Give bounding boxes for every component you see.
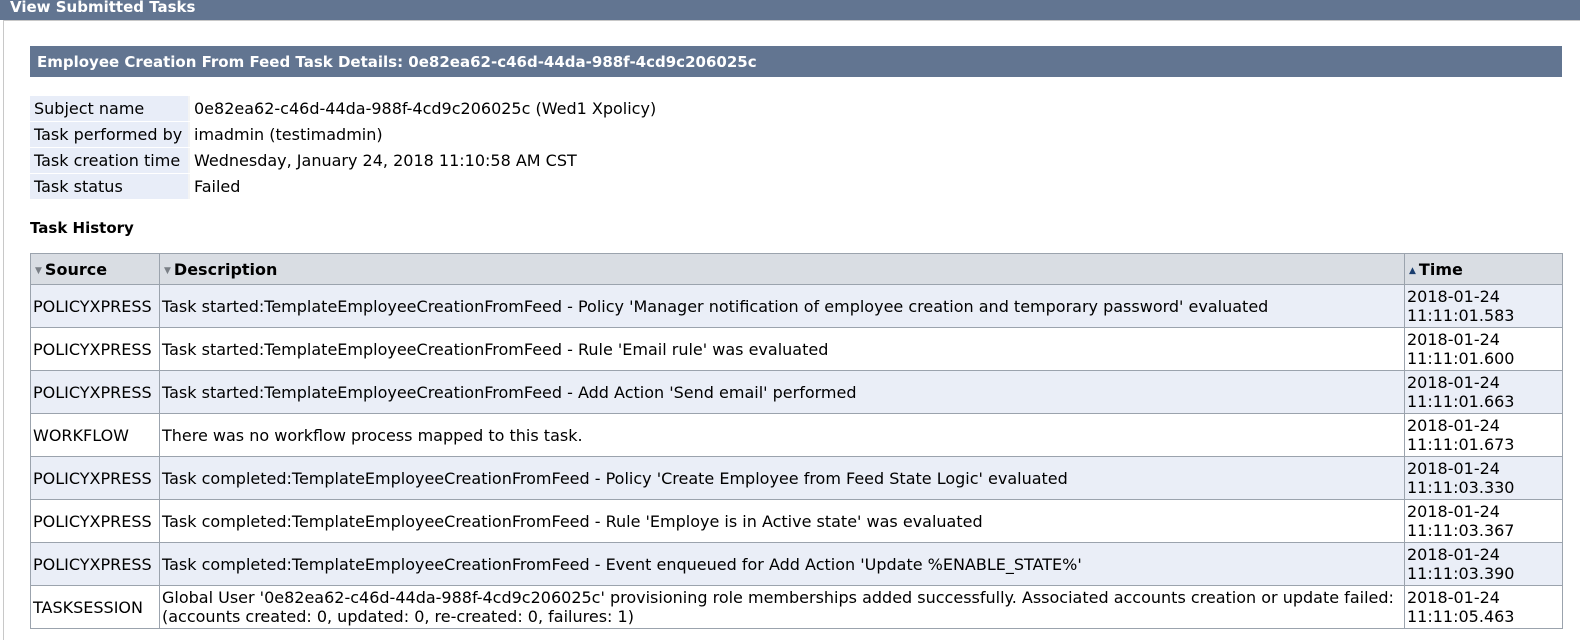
description-cell: Task started:TemplateEmployeeCreationFro…: [159, 284, 1405, 328]
time-date: 2018-01-24: [1407, 502, 1500, 521]
time-date: 2018-01-24: [1407, 545, 1500, 564]
sort-down-icon: ▼: [35, 265, 42, 276]
time-date: 2018-01-24: [1407, 287, 1500, 306]
time-cell: 2018-01-24 11:11:01.673: [1404, 413, 1563, 457]
source-cell: POLICYXPRESS: [30, 327, 160, 371]
table-row: POLICYXPRESS Task completed:TemplateEmpl…: [30, 542, 1563, 586]
sort-up-icon: ▲: [1409, 265, 1416, 276]
source-cell: POLICYXPRESS: [30, 542, 160, 586]
detail-label: Task status: [30, 174, 188, 199]
detail-value: 0e82ea62-c46d-44da-988f-4cd9c206025c (We…: [188, 96, 665, 121]
column-header-source[interactable]: ▼ Source: [30, 253, 160, 285]
description-cell: Task completed:TemplateEmployeeCreationF…: [159, 499, 1405, 543]
time-cell: 2018-01-24 11:11:03.330: [1404, 456, 1563, 500]
column-header-description[interactable]: ▼ Description: [159, 253, 1405, 285]
detail-row-status: Task status Failed: [30, 174, 665, 199]
description-cell: Task completed:TemplateEmployeeCreationF…: [159, 542, 1405, 586]
sort-down-icon: ▼: [164, 265, 171, 276]
time-clock: 11:11:03.390: [1407, 564, 1515, 583]
table-row: POLICYXPRESS Task started:TemplateEmploy…: [30, 370, 1563, 414]
detail-row-creation-time: Task creation time Wednesday, January 24…: [30, 148, 665, 173]
time-date: 2018-01-24: [1407, 588, 1500, 607]
source-cell: POLICYXPRESS: [30, 284, 160, 328]
time-date: 2018-01-24: [1407, 373, 1500, 392]
table-row: POLICYXPRESS Task started:TemplateEmploy…: [30, 327, 1563, 371]
time-cell: 2018-01-24 11:11:01.583: [1404, 284, 1563, 328]
description-cell: Task completed:TemplateEmployeeCreationF…: [159, 456, 1405, 500]
task-history-title: Task History: [30, 219, 134, 237]
time-clock: 11:11:01.663: [1407, 392, 1515, 411]
time-date: 2018-01-24: [1407, 416, 1500, 435]
description-cell: Task started:TemplateEmployeeCreationFro…: [159, 370, 1405, 414]
detail-label: Task creation time: [30, 148, 188, 173]
task-details-header: Employee Creation From Feed Task Details…: [30, 46, 1562, 77]
time-cell: 2018-01-24 11:11:01.663: [1404, 370, 1563, 414]
detail-value: Wednesday, January 24, 2018 11:10:58 AM …: [188, 148, 665, 173]
column-header-label: Description: [173, 259, 278, 279]
time-cell: 2018-01-24 11:11:01.600: [1404, 327, 1563, 371]
description-cell: There was no workflow process mapped to …: [159, 413, 1405, 457]
task-history-table: ▼ Source ▼ Description ▲ Time POLICYXPRESS …: [30, 253, 1563, 629]
time-clock: 11:11:03.367: [1407, 521, 1515, 540]
time-cell: 2018-01-24 11:11:03.367: [1404, 499, 1563, 543]
task-status-value: Failed: [188, 174, 665, 199]
detail-label: Subject name: [30, 96, 188, 121]
table-row: TASKSESSION Global User '0e82ea62-c46d-4…: [30, 585, 1563, 629]
task-history-header-row: ▼ Source ▼ Description ▲ Time: [30, 253, 1563, 285]
task-details-table: Subject name 0e82ea62-c46d-44da-988f-4cd…: [30, 95, 665, 200]
table-row: POLICYXPRESS Task completed:TemplateEmpl…: [30, 456, 1563, 500]
detail-value: imadmin (testimadmin): [188, 122, 665, 147]
time-clock: 11:11:01.583: [1407, 306, 1515, 325]
time-clock: 11:11:01.600: [1407, 349, 1515, 368]
description-cell: Global User '0e82ea62-c46d-44da-988f-4cd…: [159, 585, 1405, 629]
detail-label: Task performed by: [30, 122, 188, 147]
detail-row-performer: Task performed by imadmin (testimadmin): [30, 122, 665, 147]
source-cell: POLICYXPRESS: [30, 499, 160, 543]
time-clock: 11:11:05.463: [1407, 607, 1515, 626]
source-cell: POLICYXPRESS: [30, 456, 160, 500]
table-row: POLICYXPRESS Task started:TemplateEmploy…: [30, 284, 1563, 328]
time-cell: 2018-01-24 11:11:03.390: [1404, 542, 1563, 586]
column-header-label: Source: [44, 259, 108, 279]
time-date: 2018-01-24: [1407, 330, 1500, 349]
column-header-time[interactable]: ▲ Time: [1404, 253, 1563, 285]
time-clock: 11:11:03.330: [1407, 478, 1515, 497]
detail-row-subject: Subject name 0e82ea62-c46d-44da-988f-4cd…: [30, 96, 665, 121]
source-cell: TASKSESSION: [30, 585, 160, 629]
table-row: POLICYXPRESS Task completed:TemplateEmpl…: [30, 499, 1563, 543]
page-title: View Submitted Tasks: [0, 0, 1580, 20]
time-cell: 2018-01-24 11:11:05.463: [1404, 585, 1563, 629]
table-row: WORKFLOW There was no workflow process m…: [30, 413, 1563, 457]
time-clock: 11:11:01.673: [1407, 435, 1515, 454]
description-cell: Task started:TemplateEmployeeCreationFro…: [159, 327, 1405, 371]
source-cell: POLICYXPRESS: [30, 370, 160, 414]
column-header-label: Time: [1418, 259, 1463, 279]
source-cell: WORKFLOW: [30, 413, 160, 457]
time-date: 2018-01-24: [1407, 459, 1500, 478]
